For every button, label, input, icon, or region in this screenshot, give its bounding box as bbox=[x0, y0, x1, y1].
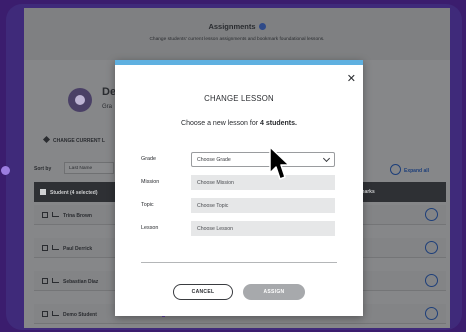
cancel-button[interactable]: CANCEL bbox=[173, 284, 233, 300]
row-checkbox[interactable] bbox=[42, 212, 48, 218]
chart-icon bbox=[52, 245, 59, 250]
modal-divider bbox=[141, 262, 337, 263]
expand-row-icon[interactable] bbox=[425, 274, 438, 287]
chevron-down-icon bbox=[322, 154, 331, 163]
avatar bbox=[68, 88, 92, 112]
help-icon[interactable] bbox=[258, 23, 266, 30]
chart-icon bbox=[52, 311, 59, 316]
chart-icon bbox=[52, 212, 59, 217]
page-title: Assignments bbox=[24, 22, 450, 31]
mission-select: Choose Mission bbox=[191, 175, 335, 190]
page-subtitle: Change students' current lesson assignme… bbox=[149, 37, 325, 42]
modal-prompt: Choose a new lesson for 4 students. bbox=[181, 120, 297, 127]
grade-select[interactable]: Choose Grade bbox=[191, 152, 335, 167]
topic-label: Topic bbox=[141, 202, 154, 208]
row-checkbox[interactable] bbox=[42, 278, 48, 284]
close-icon[interactable]: ✕ bbox=[347, 72, 356, 85]
page-header bbox=[24, 8, 450, 60]
change-lesson-modal: ✕ CHANGE LESSON Choose a new lesson for … bbox=[115, 60, 363, 316]
expand-row-icon[interactable] bbox=[425, 307, 438, 320]
grade-label: Grade bbox=[141, 156, 156, 162]
change-current-lesson-button[interactable]: CHANGE CURRENT L bbox=[42, 135, 105, 144]
expand-all-button[interactable]: Expand all bbox=[390, 164, 429, 175]
row-checkbox[interactable] bbox=[42, 245, 48, 251]
sort-by-label: Sort by bbox=[34, 166, 52, 172]
lesson-select: Choose Lesson bbox=[191, 221, 335, 236]
device-indicator-dot bbox=[1, 166, 10, 175]
modal-accent-bar bbox=[115, 60, 363, 65]
expand-row-icon[interactable] bbox=[425, 241, 438, 254]
mouse-pointer-icon bbox=[269, 146, 290, 180]
modal-title: CHANGE LESSON bbox=[204, 94, 274, 103]
lesson-label: Lesson bbox=[141, 225, 159, 231]
app-screen: Assignments Change students' current les… bbox=[24, 8, 450, 328]
expand-row-icon[interactable] bbox=[425, 208, 438, 221]
mission-label: Mission bbox=[141, 179, 160, 185]
student-grade: Gra bbox=[102, 104, 113, 110]
student-name: De bbox=[102, 86, 117, 98]
chevron-down-icon bbox=[390, 164, 401, 175]
select-all-checkbox[interactable] bbox=[40, 189, 46, 195]
topic-select: Choose Topic bbox=[191, 198, 335, 213]
sort-by-select[interactable]: Last Name bbox=[64, 162, 114, 174]
pencil-icon bbox=[42, 135, 51, 144]
assign-button[interactable]: ASSIGN bbox=[243, 284, 305, 300]
row-checkbox[interactable] bbox=[42, 311, 48, 317]
chart-icon bbox=[52, 278, 59, 283]
